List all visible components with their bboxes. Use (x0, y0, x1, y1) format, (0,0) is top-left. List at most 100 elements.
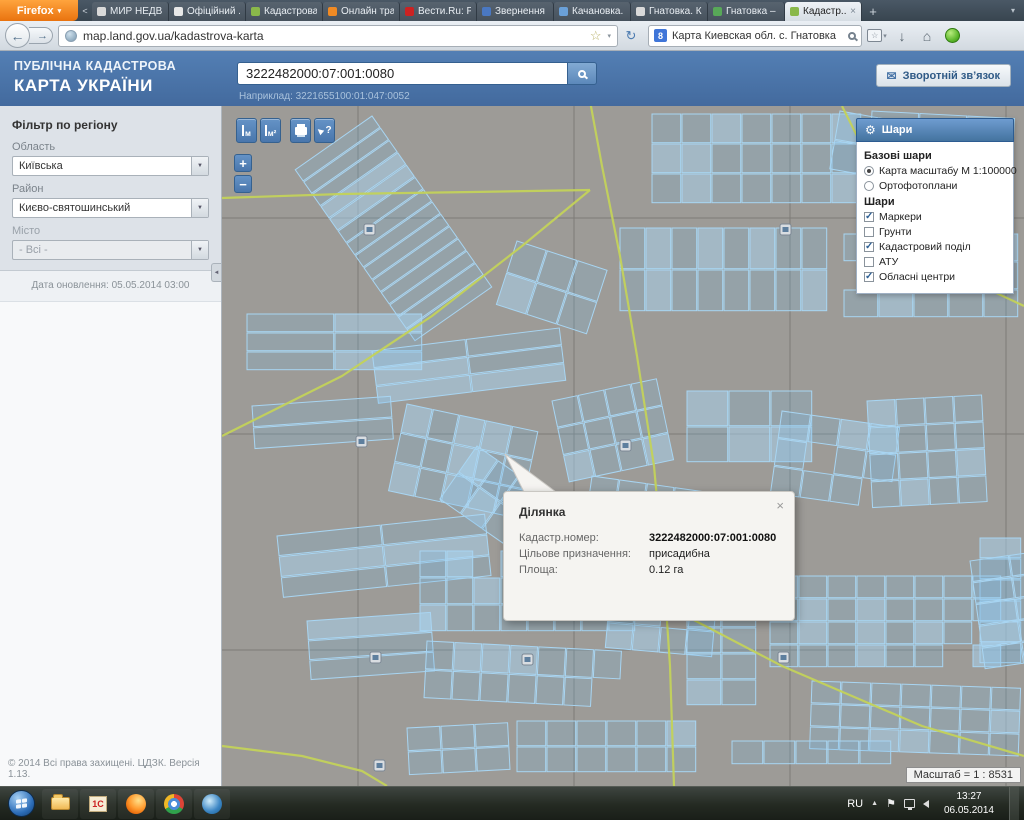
map-marker[interactable] (778, 652, 789, 663)
site-logo[interactable]: ПУБЛІЧНА КАДАСТРОВА КАРТА УКРАЇНИ (14, 59, 176, 96)
tab-favicon (97, 7, 106, 16)
volume-icon[interactable] (923, 800, 929, 808)
browser-tab[interactable]: Вести.Ru: Р... (400, 2, 477, 21)
base-layer-option[interactable]: Карта масштабу М 1:100000 (864, 165, 1006, 177)
back-button[interactable]: ← (5, 23, 30, 48)
browser-tab[interactable]: Кадастрова... (246, 2, 323, 21)
checkbox-icon[interactable] (864, 212, 874, 222)
cadastral-search-input[interactable] (237, 62, 567, 85)
network-icon[interactable] (904, 799, 915, 808)
browser-tab[interactable]: Кадастр...× (785, 2, 862, 21)
action-center-icon[interactable]: ⚑ (886, 797, 896, 810)
tab-strip: МИР НЕДВ...Офіційний ...Кадастрова... Онл… (92, 0, 862, 21)
taskbar-chrome-button[interactable] (156, 789, 192, 819)
browser-tab[interactable]: МИР НЕДВ... (92, 2, 169, 21)
map-marker[interactable] (620, 440, 631, 451)
layer-option[interactable]: Кадастровий поділ (864, 241, 1006, 253)
checkbox-icon[interactable] (864, 257, 874, 267)
envelope-icon: ✉ (887, 69, 897, 83)
checkbox-icon[interactable] (864, 272, 874, 282)
print-button[interactable] (290, 118, 311, 143)
zoom-in-button[interactable]: + (234, 154, 252, 172)
browser-tab[interactable]: Звернення ... (477, 2, 554, 21)
new-tab-button[interactable]: + (862, 2, 884, 21)
browser-search-box[interactable]: 8 Карта Киевская обл. с. Гнатовка (648, 25, 862, 47)
chevron-down-icon: ▾ (883, 32, 887, 40)
checkbox-icon[interactable] (864, 242, 874, 252)
identify-button[interactable]: ? (314, 118, 335, 143)
measure-length-button[interactable]: м (236, 118, 257, 143)
question-icon: ? (325, 125, 331, 136)
region-select[interactable]: Київська ▼ (12, 156, 209, 176)
bookmark-star-icon[interactable]: ☆ (590, 28, 602, 44)
cursor-icon (316, 126, 324, 134)
tab-close-icon[interactable]: × (850, 6, 856, 17)
close-icon[interactable]: × (776, 499, 784, 512)
map-area[interactable]: м м² ? + − (222, 106, 1024, 786)
show-desktop-button[interactable] (1009, 787, 1019, 820)
cadastral-search-button[interactable] (567, 62, 597, 85)
layer-option[interactable]: Обласні центри (864, 271, 1006, 283)
layer-option[interactable]: АТУ (864, 256, 1006, 268)
radio-icon[interactable] (864, 181, 874, 191)
show-hidden-icons-button[interactable]: ▲ (871, 800, 878, 807)
copyright-text: © 2014 Всі права захищені. ЦДЗК. Версія … (0, 755, 221, 786)
base-layers-list: Карта масштабу М 1:100000 Ортофотоплани (864, 165, 1006, 192)
map-marker[interactable] (364, 224, 375, 235)
browser-tab[interactable]: Гнатовка – ... (708, 2, 785, 21)
base-layers-title: Базові шари (864, 150, 1006, 162)
list-all-tabs-button[interactable]: ▾ (1002, 0, 1024, 21)
parcel-info-popup: × Ділянка Кадастр.номер:3222482000:07:00… (503, 491, 795, 621)
taskbar-firefox-button[interactable] (118, 789, 154, 819)
zoom-out-button[interactable]: − (234, 175, 252, 193)
url-bar[interactable]: map.land.gov.ua/kadastrova-karta ☆ ▾ (58, 25, 618, 47)
forward-button[interactable]: → (29, 27, 53, 44)
feedback-button[interactable]: ✉ Зворотній зв’язок (876, 64, 1011, 87)
language-indicator[interactable]: RU (847, 798, 863, 810)
downloads-button[interactable]: ↓ (892, 25, 912, 47)
sidebar-collapse-button[interactable]: ◄ (211, 263, 221, 282)
search-engine-icon[interactable]: 8 (654, 29, 667, 42)
tab-label: Онлайн тра... (341, 6, 394, 17)
browser-search-text[interactable]: Карта Киевская обл. с. Гнатовка (672, 30, 843, 42)
popup-row-label: Кадастр.номер: (519, 532, 649, 544)
reload-button[interactable]: ↻ (623, 28, 639, 44)
map-marker[interactable] (780, 224, 791, 235)
browser-tab[interactable]: Качановка. ... (554, 2, 631, 21)
map-marker[interactable] (522, 654, 533, 665)
search-icon[interactable] (848, 32, 856, 40)
map-marker[interactable] (370, 652, 381, 663)
map-marker[interactable] (374, 760, 385, 771)
url-dropdown-icon[interactable]: ▾ (607, 32, 611, 40)
windows-logo-icon (16, 798, 27, 809)
firefox-menu-button[interactable]: Firefox ▾ (0, 0, 78, 21)
browser-tab[interactable]: Онлайн тра... (323, 2, 400, 21)
layer-option[interactable]: Маркери (864, 211, 1006, 223)
taskbar-1c-button[interactable]: 1С (80, 789, 116, 819)
start-button[interactable] (8, 790, 35, 817)
layer-option[interactable]: Грунти (864, 226, 1006, 238)
chevron-down-icon[interactable]: ▼ (191, 157, 208, 175)
addon-button[interactable] (942, 25, 962, 47)
layers-panel-header[interactable]: ⚙ Шари (856, 118, 1014, 142)
map-marker[interactable] (356, 436, 367, 447)
google-earth-icon (202, 794, 222, 814)
base-layer-option[interactable]: Ортофотоплани (864, 180, 1006, 192)
radio-icon[interactable] (864, 166, 874, 176)
home-button[interactable]: ⌂ (917, 25, 937, 47)
chevron-down-icon[interactable]: ▼ (191, 199, 208, 217)
tab-favicon (174, 7, 183, 16)
measure-area-button[interactable]: м² (260, 118, 281, 143)
taskbar-clock[interactable]: 13:27 06.05.2014 (937, 790, 1001, 817)
taskbar-earth-button[interactable] (194, 789, 230, 819)
district-select[interactable]: Києво-святошинський ▼ (12, 198, 209, 218)
popup-row: Цільове призначення:присадибна (519, 548, 779, 560)
bookmarks-menu-button[interactable]: ☆ ▾ (867, 25, 887, 47)
taskbar-explorer-button[interactable] (42, 789, 78, 819)
layer-label: Обласні центри (879, 271, 955, 283)
browser-tab[interactable]: Офіційний ... (169, 2, 246, 21)
browser-tab[interactable]: Гнатовка. К... (631, 2, 708, 21)
checkbox-icon[interactable] (864, 227, 874, 237)
url-text[interactable]: map.land.gov.ua/kadastrova-karta (83, 29, 584, 43)
tab-scroll-left-button[interactable]: < (78, 0, 92, 21)
